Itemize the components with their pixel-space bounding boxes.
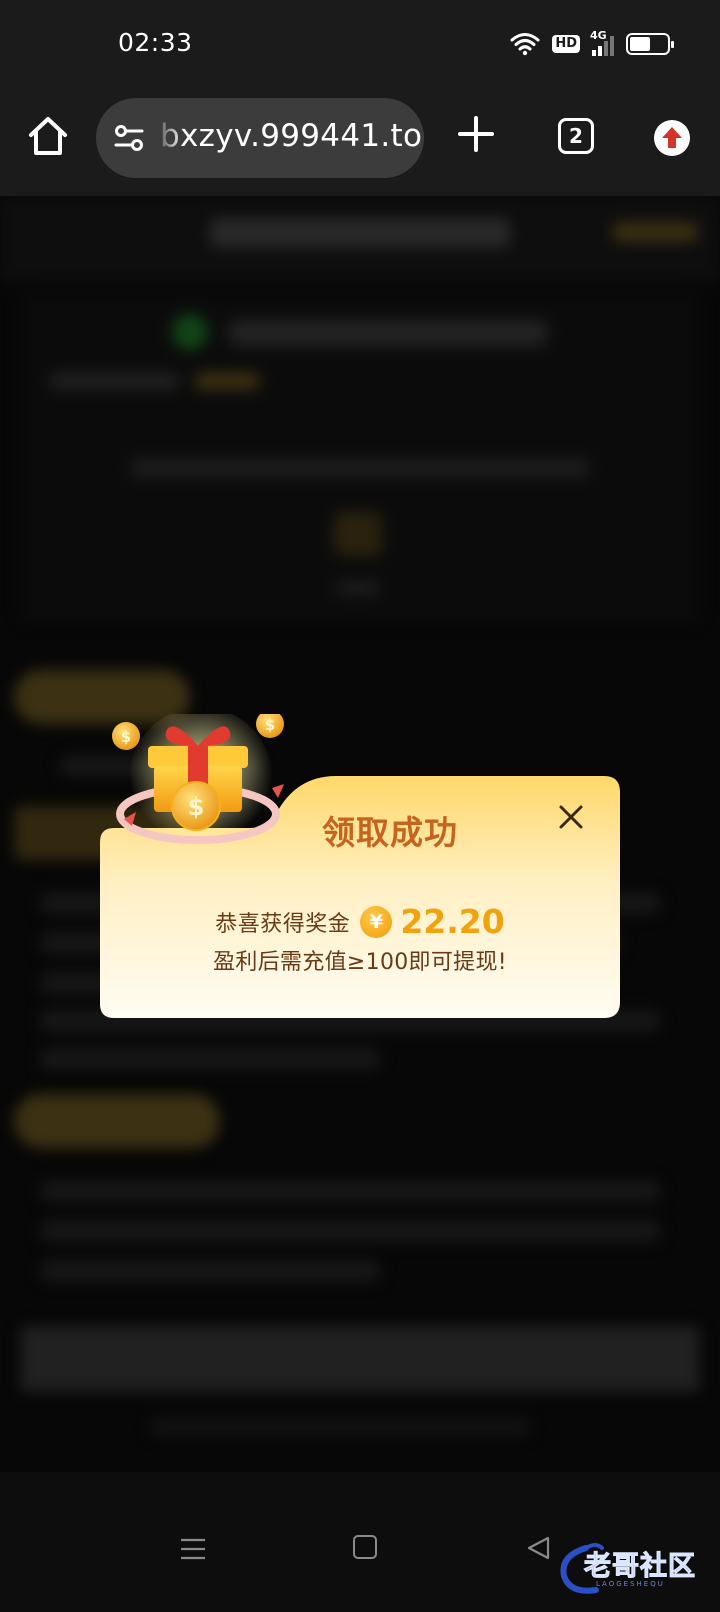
signal-icon: 4G bbox=[590, 29, 614, 56]
new-tab-plus-icon[interactable] bbox=[458, 116, 494, 152]
svg-text:$: $ bbox=[121, 728, 131, 746]
status-icons: HD 4G bbox=[510, 28, 674, 60]
site-settings-icon[interactable] bbox=[112, 122, 146, 154]
home-icon[interactable] bbox=[26, 114, 70, 158]
withdraw-requirement-note: 盈利后需充值≥100即可提现! bbox=[213, 950, 507, 975]
reward-amount: 22.20 bbox=[400, 902, 505, 941]
battery-icon bbox=[626, 33, 674, 55]
home-square-icon[interactable] bbox=[353, 1535, 377, 1559]
reward-message-label: 恭喜获得奖金 bbox=[215, 911, 351, 937]
back-triangle-icon[interactable] bbox=[526, 1535, 552, 1561]
battery-level-fill bbox=[630, 37, 650, 51]
menu-icon[interactable] bbox=[180, 1536, 206, 1562]
network-type-label: 4G bbox=[590, 29, 607, 42]
status-bar: 02:33 HD 4G bbox=[0, 0, 720, 92]
reward-message-row: 恭喜获得奖金 ¥ 22.20 bbox=[100, 902, 620, 941]
browser-toolbar: bxzyv.999441.top 2 bbox=[0, 92, 720, 196]
gift-box-icon: $ $ $ bbox=[112, 714, 284, 851]
watermark-subtext: LAOGESHEQU bbox=[596, 1580, 665, 1588]
address-bar[interactable]: bxzyv.999441.top bbox=[96, 98, 424, 178]
update-arrow-icon[interactable] bbox=[654, 120, 690, 156]
watermark: 老哥社区 LAOGESHEQU bbox=[556, 1540, 706, 1598]
url-text[interactable]: bxzyv.999441.top bbox=[160, 118, 424, 154]
modal-title: 领取成功 bbox=[322, 813, 458, 852]
close-icon[interactable] bbox=[556, 802, 586, 832]
wifi-icon bbox=[510, 33, 540, 56]
tabs-icon[interactable]: 2 bbox=[558, 118, 594, 154]
hd-icon: HD bbox=[552, 35, 580, 53]
url-fade bbox=[154, 98, 184, 178]
svg-text:$: $ bbox=[265, 716, 275, 734]
watermark-text: 老哥社区 bbox=[584, 1551, 696, 1583]
status-time: 02:33 bbox=[118, 28, 193, 57]
coin-icon: ¥ bbox=[360, 905, 393, 938]
svg-text:$: $ bbox=[188, 793, 205, 821]
